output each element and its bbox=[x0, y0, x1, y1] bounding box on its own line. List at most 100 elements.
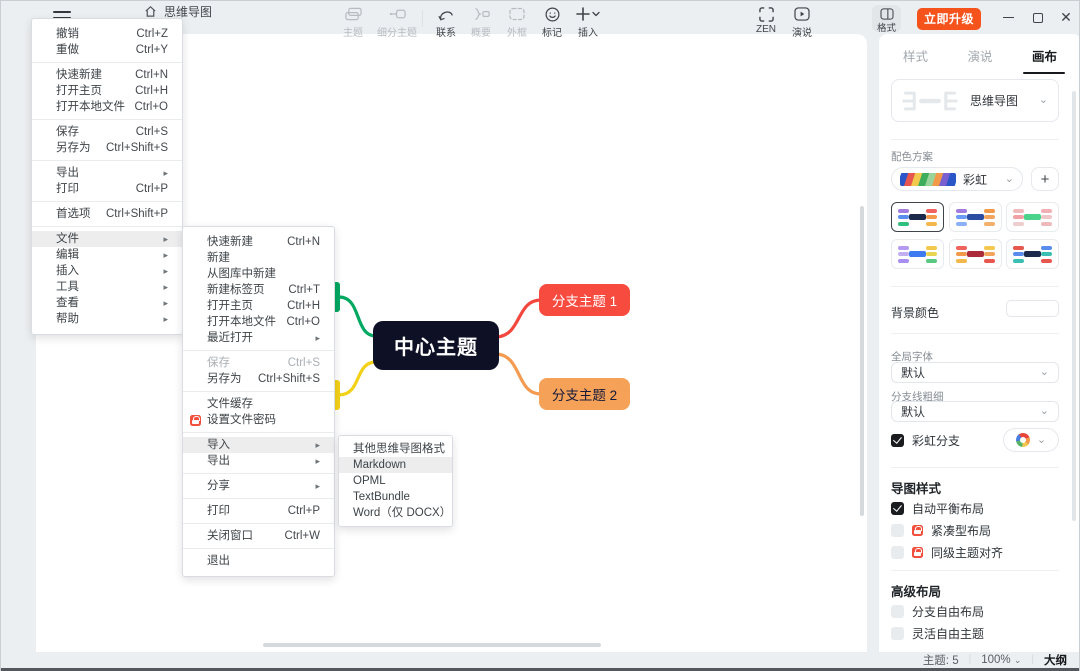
global-font-dropdown[interactable]: 默认 ⌄ bbox=[891, 362, 1059, 383]
menu-item-save-as[interactable]: 另存为 Ctrl+Shift+S bbox=[183, 371, 334, 387]
menu-item-file[interactable]: 文件 ▸ bbox=[32, 231, 182, 247]
menu-item-print[interactable]: 打印 Ctrl+P bbox=[32, 181, 182, 197]
checkbox-icon[interactable] bbox=[891, 523, 904, 537]
menu-separator bbox=[183, 432, 334, 433]
subtopic-button[interactable]: 细分主题 bbox=[371, 6, 423, 39]
menu-item-export[interactable]: 导出 ▸ bbox=[183, 453, 334, 469]
checkbox-icon[interactable] bbox=[891, 545, 904, 559]
color-scheme-dropdown[interactable]: 彩虹 ⌄ bbox=[891, 167, 1023, 191]
color-scheme-thumbnail-2[interactable] bbox=[948, 202, 1002, 232]
canvas-horizontal-scrollbar[interactable] bbox=[263, 643, 601, 647]
menu-separator bbox=[183, 523, 334, 524]
menu-item-quick-new[interactable]: 快速新建 Ctrl+N bbox=[183, 234, 334, 250]
menu-item-open-local-file[interactable]: 打开本地文件 Ctrl+O bbox=[32, 99, 182, 115]
menu-item-new-from-gallery[interactable]: 从图库中新建 bbox=[183, 266, 334, 282]
menu-item-close-window[interactable]: 关闭窗口 Ctrl+W bbox=[183, 528, 334, 544]
menu-item-save-as[interactable]: 另存为 Ctrl+Shift+S bbox=[32, 140, 182, 156]
option-auto-balance-layout[interactable]: 自动平衡布局 bbox=[891, 500, 984, 516]
menu-separator bbox=[183, 498, 334, 499]
menu-item-quit[interactable]: 退出 bbox=[183, 553, 334, 569]
menu-item-quick-new[interactable]: 快速新建 Ctrl+N bbox=[32, 67, 182, 83]
format-icon bbox=[872, 7, 901, 21]
menu-item-undo[interactable]: 撤销 Ctrl+Z bbox=[32, 26, 182, 42]
insert-button[interactable]: 插入 bbox=[562, 6, 614, 39]
chevron-down-icon: ⌄ bbox=[1039, 366, 1049, 378]
menu-item-shortcut: Ctrl+Shift+S bbox=[258, 373, 320, 385]
menu-item-import[interactable]: 导入 ▸ bbox=[183, 437, 334, 453]
background-color-label: 背景颜色 bbox=[891, 306, 940, 320]
window-minimize-button[interactable] bbox=[994, 1, 1022, 34]
menu-item-textbundle[interactable]: TextBundle bbox=[339, 489, 452, 505]
menu-item-preferences[interactable]: 首选项 Ctrl+Shift+P bbox=[32, 206, 182, 222]
menu-item-save[interactable]: 保存 Ctrl+S bbox=[32, 124, 182, 140]
branch-topic-2[interactable]: 分支主题 2 bbox=[539, 378, 630, 410]
menu-item-open-home[interactable]: 打开主页 Ctrl+H bbox=[183, 298, 334, 314]
menu-item-word[interactable]: Word（仅 DOCX） bbox=[339, 505, 452, 521]
color-scheme-thumbnail-6[interactable] bbox=[1006, 239, 1059, 269]
add-color-scheme-button[interactable]: + bbox=[1031, 167, 1059, 191]
menu-item-insert[interactable]: 插入 ▸ bbox=[32, 263, 182, 279]
window-maximize-button[interactable] bbox=[1024, 1, 1052, 34]
menu-item-file-cache[interactable]: 文件缓存 bbox=[183, 396, 334, 412]
option-rainbow-branch[interactable]: 彩虹分支 bbox=[891, 432, 960, 448]
option-branch-free-layout[interactable]: 分支自由布局 bbox=[891, 603, 984, 619]
sidebar-scrollbar[interactable] bbox=[1072, 91, 1076, 521]
checkbox-icon[interactable] bbox=[891, 433, 904, 447]
menu-item-view[interactable]: 查看 ▸ bbox=[32, 295, 182, 311]
menu-separator bbox=[183, 548, 334, 549]
menu-item-set-password[interactable]: 设置文件密码 bbox=[183, 412, 334, 428]
zoom-level-control[interactable]: 100% ⌄ bbox=[981, 654, 1021, 666]
tab-present[interactable]: 演说 bbox=[967, 46, 992, 73]
menu-item-new[interactable]: 新建 bbox=[183, 250, 334, 266]
option-flexible-free-topic[interactable]: 灵活自由主题 bbox=[891, 625, 984, 641]
tab-style[interactable]: 样式 bbox=[903, 46, 928, 73]
submenu-arrow-icon: ▸ bbox=[315, 333, 320, 343]
chevron-down-icon: ⌄ bbox=[1004, 172, 1014, 185]
menu-item-label: 新建标签页 bbox=[207, 284, 265, 296]
background-color-swatch[interactable] bbox=[1006, 300, 1059, 317]
menu-item-recent[interactable]: 最近打开 ▸ bbox=[183, 330, 334, 346]
menu-item-share[interactable]: 分享 ▸ bbox=[183, 478, 334, 494]
menu-item-print[interactable]: 打印 Ctrl+P bbox=[183, 503, 334, 519]
menu-item-open-home[interactable]: 打开主页 Ctrl+H bbox=[32, 83, 182, 99]
checkbox-icon[interactable] bbox=[891, 501, 904, 515]
menu-item-save[interactable]: 保存 Ctrl+S bbox=[183, 355, 334, 371]
menu-item-other-mindmap-formats[interactable]: 其他思维导图格式 bbox=[339, 441, 452, 457]
checkbox-icon[interactable] bbox=[891, 626, 904, 640]
present-button[interactable]: 演说 bbox=[776, 6, 828, 39]
divider bbox=[891, 570, 1059, 571]
chevron-down-icon: ⌄ bbox=[1013, 654, 1022, 665]
menu-item-open-local-file[interactable]: 打开本地文件 Ctrl+O bbox=[183, 314, 334, 330]
menu-item-redo[interactable]: 重做 Ctrl+Y bbox=[32, 42, 182, 58]
option-sibling-topic-align[interactable]: 同级主题对齐 bbox=[891, 544, 1003, 560]
menu-item-markdown[interactable]: Markdown bbox=[339, 457, 452, 473]
color-scheme-thumbnail-4[interactable] bbox=[891, 239, 944, 269]
menu-item-help[interactable]: 帮助 ▸ bbox=[32, 311, 182, 327]
upgrade-button[interactable]: 立即升级 bbox=[917, 8, 982, 30]
menu-item-opml[interactable]: OPML bbox=[339, 473, 452, 489]
rainbow-branch-color-dropdown[interactable]: ⌄ bbox=[1003, 428, 1059, 452]
branch-width-dropdown[interactable]: 默认 ⌄ bbox=[891, 401, 1059, 422]
present-icon bbox=[776, 6, 828, 22]
menu-item-new-tab[interactable]: 新建标签页 Ctrl+T bbox=[183, 282, 334, 298]
option-compact-layout[interactable]: 紧凑型布局 bbox=[891, 522, 991, 538]
canvas-vertical-scrollbar[interactable] bbox=[860, 206, 864, 516]
menu-item-edit[interactable]: 编辑 ▸ bbox=[32, 247, 182, 263]
menu-item-tools[interactable]: 工具 ▸ bbox=[32, 279, 182, 295]
window-close-button[interactable]: ✕ bbox=[1052, 1, 1079, 34]
menu-item-label: 导出 bbox=[207, 455, 230, 467]
central-topic[interactable]: 中心主题 bbox=[373, 321, 499, 370]
color-scheme-thumbnail-5[interactable] bbox=[948, 239, 1002, 269]
menu-item-export[interactable]: 导出 ▸ bbox=[32, 165, 182, 181]
topic-count: 主题: 5 bbox=[922, 654, 959, 667]
submenu-arrow-icon: ▸ bbox=[163, 298, 168, 308]
menu-item-label: 撤销 bbox=[56, 28, 79, 40]
structure-selector[interactable]: 思维导图 ⌄ bbox=[891, 79, 1059, 122]
format-panel-toggle[interactable]: 格式 bbox=[872, 5, 901, 34]
outline-toggle[interactable]: 大纲 bbox=[1044, 652, 1067, 668]
checkbox-icon[interactable] bbox=[891, 604, 904, 618]
tab-canvas[interactable]: 画布 bbox=[1032, 46, 1057, 73]
color-scheme-thumbnail-3[interactable] bbox=[1006, 202, 1059, 232]
branch-topic-1[interactable]: 分支主题 1 bbox=[539, 284, 630, 316]
color-scheme-thumbnail-1[interactable] bbox=[891, 202, 944, 232]
